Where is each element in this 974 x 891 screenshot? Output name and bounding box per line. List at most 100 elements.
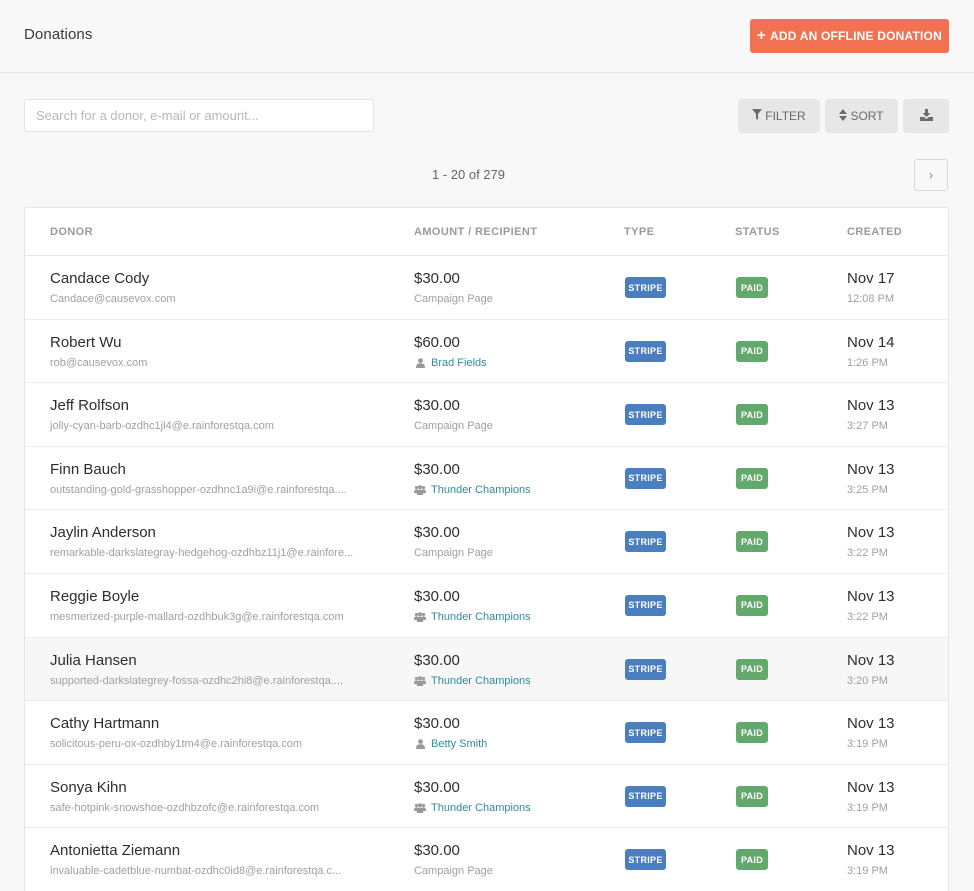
column-header-created[interactable]: CREATED (847, 226, 902, 238)
created-date: Nov 13 (847, 778, 895, 796)
donor-name: Candace Cody (50, 270, 150, 287)
table-row[interactable]: Sonya Kihn safe-hotpink-snowshoe-ozdhbzo… (25, 765, 948, 829)
sort-button[interactable]: SORT (825, 99, 898, 133)
donor-email: rob@causevox.com (50, 356, 148, 369)
donor-email: safe-hotpink-snowshoe-ozdhbzofc@e.rainfo… (50, 801, 320, 814)
add-offline-donation-button[interactable]: + ADD AN OFFLINE DONATION (750, 19, 949, 53)
download-icon (919, 108, 933, 124)
created-time: 3:20 PM (847, 674, 888, 687)
recipient-label: Campaign Page (414, 420, 493, 433)
donor-name: Sonya Kihn (50, 778, 127, 796)
recipient-link[interactable]: Betty Smith (431, 738, 487, 750)
recipient: Thunder Champions (414, 484, 531, 496)
created-date: Nov 13 (847, 397, 895, 415)
recipient-link[interactable]: Thunder Champions (431, 484, 531, 496)
created-date: Nov 13 (847, 651, 895, 669)
recipient: Thunder Champions (414, 675, 531, 687)
column-header-type[interactable]: TYPE (624, 226, 654, 238)
page-title: Donations (24, 26, 93, 43)
donor-email: invaluable-cadetblue-numbat-ozdhc0id8@e.… (50, 865, 342, 878)
created-date: Nov 13 (847, 715, 895, 733)
table-row[interactable]: Jeff Rolfson jolly-cyan-barb-ozdhc1jl4@e… (25, 383, 948, 447)
recipient-link[interactable]: Thunder Champions (431, 675, 531, 687)
recipient-label: Campaign Page (414, 293, 493, 305)
type-badge: STRIPE (625, 531, 666, 553)
team-icon (414, 484, 426, 495)
table-row[interactable]: Finn Bauch outstanding-gold-grasshopper-… (25, 447, 948, 511)
column-header-donor[interactable]: DONOR (50, 226, 93, 238)
recipient-label: Campaign Page (414, 547, 493, 560)
search-input[interactable] (24, 99, 374, 132)
table-body: Candace Cody Candace@causevox.com $30.00… (25, 256, 948, 891)
sort-label: SORT (850, 109, 884, 123)
donor-email: solicitous-peru-ox-ozdhby1tm4@e.rainfore… (50, 738, 303, 751)
donation-amount: $30.00 (414, 842, 460, 860)
status-badge: PAID (736, 531, 768, 553)
donor-email: jolly-cyan-barb-ozdhc1jl4@e.rainforestqa… (50, 420, 274, 433)
filter-button[interactable]: FILTER (738, 99, 820, 133)
donation-amount: $30.00 (414, 778, 460, 796)
user-icon (414, 357, 426, 368)
plus-icon: + (757, 27, 767, 44)
user-icon (414, 739, 426, 750)
created-date: Nov 14 (847, 333, 895, 351)
sort-icon (839, 108, 848, 124)
pagination-summary: 1 - 20 of 279 (432, 167, 505, 182)
type-badge: STRIPE (625, 467, 666, 489)
donor-name: Antonietta Ziemann (50, 842, 181, 860)
next-page-button[interactable]: › (914, 159, 948, 191)
type-badge: STRIPE (625, 404, 666, 426)
table-row[interactable]: Cathy Hartmann solicitous-peru-ox-ozdhby… (25, 701, 948, 765)
donor-name: Reggie Boyle (50, 587, 140, 605)
recipient: Campaign Page (414, 547, 493, 559)
status-badge: PAID (736, 785, 768, 807)
table-row[interactable]: Antonietta Ziemann invaluable-cadetblue-… (25, 828, 948, 891)
team-icon (414, 802, 426, 813)
donor-email: outstanding-gold-grasshopper-ozdhnc1a9i@… (50, 483, 347, 496)
add-offline-donation-label: ADD AN OFFLINE DONATION (770, 29, 942, 43)
donor-email: Candace@causevox.com (50, 293, 176, 305)
recipient-label: Campaign Page (414, 865, 493, 878)
created-date: Nov 13 (847, 842, 895, 860)
table-row[interactable]: Robert Wu rob@causevox.com $60.00 Brad F… (25, 320, 948, 384)
column-header-amount-recipient[interactable]: AMOUNT / RECIPIENT (414, 226, 537, 238)
created-date: Nov 17 (847, 270, 895, 287)
column-header-status[interactable]: STATUS (735, 226, 780, 238)
table-row[interactable]: Julia Hansen supported-darkslategrey-fos… (25, 637, 948, 702)
created-time: 3:19 PM (847, 801, 888, 814)
created-time: 3:25 PM (847, 483, 888, 496)
status-badge: PAID (736, 722, 768, 744)
donor-name: Jeff Rolfson (50, 397, 129, 415)
status-badge: PAID (736, 594, 768, 616)
donation-amount: $30.00 (414, 587, 460, 605)
recipient: Campaign Page (414, 420, 493, 432)
recipient-link[interactable]: Thunder Champions (431, 802, 531, 814)
table-row[interactable]: Jaylin Anderson remarkable-darkslategray… (25, 510, 948, 574)
team-icon (414, 675, 426, 686)
status-badge: PAID (736, 340, 768, 362)
recipient-link[interactable]: Thunder Champions (431, 611, 531, 623)
download-button[interactable] (903, 99, 949, 133)
table-row[interactable]: Reggie Boyle mesmerized-purple-mallard-o… (25, 574, 948, 638)
page-header: Donations + ADD AN OFFLINE DONATION (0, 0, 974, 73)
recipient: Betty Smith (414, 738, 487, 750)
donor-name: Jaylin Anderson (50, 524, 156, 542)
recipient: Campaign Page (414, 865, 493, 877)
donation-amount: $30.00 (414, 397, 460, 415)
created-date: Nov 13 (847, 524, 895, 542)
donor-name: Julia Hansen (50, 651, 137, 669)
recipient-link[interactable]: Brad Fields (431, 357, 487, 369)
donor-name: Cathy Hartmann (50, 715, 160, 733)
type-badge: STRIPE (625, 277, 666, 298)
status-badge: PAID (736, 277, 768, 298)
donor-name: Robert Wu (50, 333, 122, 351)
table-row[interactable]: Candace Cody Candace@causevox.com $30.00… (25, 256, 948, 320)
donor-name: Finn Bauch (50, 460, 126, 478)
status-badge: PAID (736, 849, 768, 871)
donor-email: remarkable-darkslategray-hedgehog-ozdhbz… (50, 547, 354, 560)
recipient: Campaign Page (414, 293, 493, 305)
created-time: 1:26 PM (847, 356, 888, 369)
donor-email: supported-darkslategrey-fossa-ozdhc2hi8@… (50, 674, 344, 687)
type-badge: STRIPE (625, 658, 666, 680)
recipient: Thunder Champions (414, 611, 531, 623)
